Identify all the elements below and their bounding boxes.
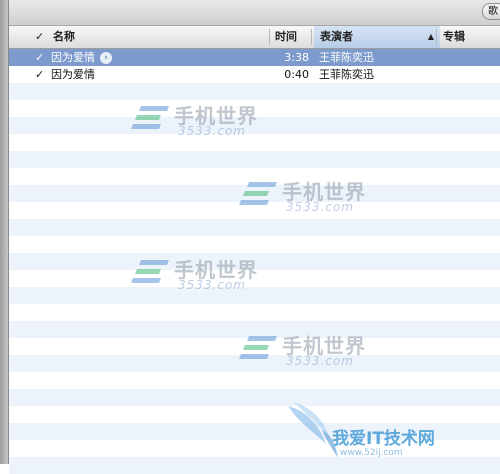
column-artist-label: 表演者	[320, 30, 353, 43]
watermark-site-name: 我爱IT技术网	[332, 429, 435, 449]
column-divider[interactable]	[311, 29, 312, 45]
watermark-site: 我爱IT技术网 www.52ij.com	[284, 400, 500, 464]
column-time-header[interactable]: 时间	[275, 26, 297, 48]
song-time: 0:40	[284, 68, 309, 81]
column-check-header[interactable]: ✓	[35, 26, 44, 48]
watermark-logo: 手机世界 3533.com	[131, 254, 272, 294]
empty-row	[9, 83, 500, 100]
watermark-emblem-icon	[131, 102, 172, 132]
watermark-site-url: www.52ij.com	[340, 448, 403, 458]
watermark-emblem-icon	[131, 256, 172, 286]
empty-row	[9, 236, 500, 253]
watermark-domain: 3533.com	[178, 124, 246, 138]
song-checkbox[interactable]: ✓	[35, 66, 44, 83]
column-name-header[interactable]: 名称	[53, 26, 75, 48]
song-name-text: 因为爱情	[51, 51, 95, 64]
watermark-logo: 手机世界 3533.com	[131, 100, 272, 140]
watermark-emblem-icon	[239, 332, 280, 362]
go-arrow-icon[interactable]: ›	[100, 52, 112, 64]
watermark-logo: 手机世界 3533.com	[239, 176, 380, 216]
column-divider[interactable]	[269, 29, 270, 45]
song-name: 因为爱情 ›	[51, 49, 112, 66]
empty-row	[9, 151, 500, 168]
column-album-header[interactable]: 专辑	[437, 26, 465, 48]
song-row[interactable]: ✓ 因为爱情 0:40 王菲陈奕迅	[9, 66, 500, 83]
empty-row	[9, 304, 500, 321]
watermark-domain: 3533.com	[286, 200, 354, 214]
watermark-logo: 手机世界 3533.com	[239, 330, 380, 370]
watermark-emblem-icon	[239, 178, 280, 208]
song-artist: 王菲陈奕迅	[319, 68, 374, 81]
song-checkbox[interactable]: ✓	[35, 49, 44, 66]
window-edge	[0, 0, 9, 464]
column-header: ✓ 名称 时间 表演者 ▲ 专辑	[9, 26, 500, 49]
column-artist-header[interactable]: 表演者 ▲	[314, 26, 440, 48]
empty-row	[9, 219, 500, 236]
toolbar: 歌	[9, 0, 500, 26]
watermark-domain: 3533.com	[178, 278, 246, 292]
song-time: 3:38	[284, 51, 309, 64]
song-name: 因为爱情	[51, 68, 95, 81]
toolbar-button[interactable]: 歌	[482, 3, 500, 20]
watermark-domain: 3533.com	[286, 354, 354, 368]
song-artist: 王菲陈奕迅	[319, 51, 374, 64]
empty-row	[9, 372, 500, 389]
song-row[interactable]: ✓ 因为爱情 › 3:38 王菲陈奕迅	[9, 49, 500, 66]
sort-ascending-icon: ▲	[427, 32, 434, 41]
